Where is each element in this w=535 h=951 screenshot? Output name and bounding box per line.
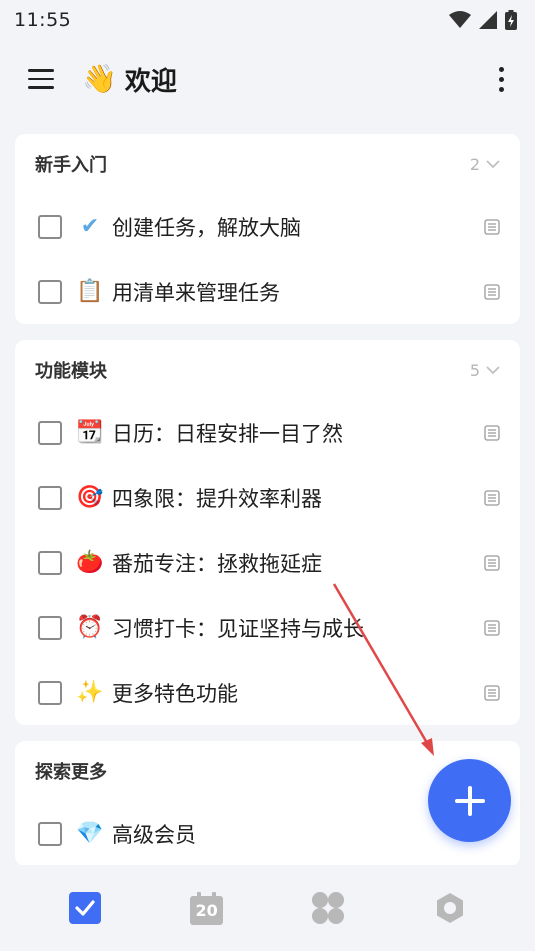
- section-count: 2: [470, 155, 500, 174]
- check-mark-icon: ✔: [80, 213, 100, 239]
- signal-icon: [479, 11, 497, 29]
- task-title: 日历：日程安排一目了然: [112, 421, 343, 446]
- task-row[interactable]: ✨ 更多特色功能: [15, 660, 520, 725]
- section-count-value: 2: [469, 154, 480, 174]
- task-checkbox[interactable]: [38, 680, 62, 705]
- task-title: 高级会员: [112, 822, 196, 847]
- alarm-clock-icon: ⏰: [76, 614, 104, 640]
- section-feature-modules: 功能模块 5 📆 日历：日程安排一目了然 🎯 四象限：提升效率利器 🍅 番茄专注…: [15, 340, 520, 725]
- note-icon[interactable]: [484, 684, 500, 701]
- section-count-value: 5: [469, 360, 480, 380]
- wifi-icon: [449, 11, 471, 28]
- section-title: 功能模块: [35, 361, 107, 382]
- gem-icon: 💎: [76, 820, 104, 846]
- status-bar: 11:55: [0, 0, 535, 40]
- task-title: 创建任务，解放大脑: [112, 215, 301, 240]
- battery-icon: [505, 10, 517, 30]
- task-checkbox[interactable]: [38, 420, 62, 445]
- task-row[interactable]: 📋 用清单来管理任务: [15, 259, 520, 324]
- note-icon[interactable]: [484, 619, 500, 636]
- status-time: 11:55: [14, 9, 72, 31]
- note-icon[interactable]: [484, 424, 500, 441]
- checkbox-checked-icon: [68, 892, 101, 924]
- chevron-down-icon: [486, 366, 500, 375]
- hexagon-settings-icon: [437, 893, 464, 923]
- bottom-nav: 20: [0, 865, 535, 951]
- more-options-button[interactable]: [489, 61, 513, 97]
- task-checkbox[interactable]: [38, 550, 62, 575]
- page-title: 欢迎: [124, 66, 177, 97]
- task-row[interactable]: 📆 日历：日程安排一目了然: [15, 400, 520, 465]
- sparkles-icon: ✨: [76, 679, 104, 705]
- note-icon[interactable]: [484, 489, 500, 506]
- task-checkbox[interactable]: [38, 279, 62, 304]
- task-row[interactable]: ⏰ 习惯打卡：见证坚持与成长: [15, 595, 520, 660]
- section-title: 探索更多: [35, 762, 107, 783]
- task-checkbox[interactable]: [38, 485, 62, 510]
- task-row[interactable]: 🎯 四象限：提升效率利器: [15, 465, 520, 530]
- task-checkbox[interactable]: [38, 615, 62, 640]
- nav-settings[interactable]: [425, 883, 475, 933]
- task-title: 番茄专注：拯救拖延症: [112, 551, 322, 576]
- tomato-icon: 🍅: [76, 549, 104, 575]
- app-bar: 👋 欢迎: [0, 48, 535, 110]
- nav-tasks[interactable]: [60, 883, 110, 933]
- four-leaf-grid-icon: [312, 892, 345, 924]
- status-icons: [449, 10, 517, 30]
- section-title: 新手入门: [35, 155, 107, 176]
- plus-icon: [454, 785, 485, 816]
- section-getting-started: 新手入门 2 ✔ 创建任务，解放大脑 📋 用清单来管理任务: [15, 134, 520, 324]
- waving-hand-icon: 👋: [82, 62, 117, 95]
- target-icon: 🎯: [76, 484, 104, 510]
- note-icon[interactable]: [484, 554, 500, 571]
- task-checkbox[interactable]: [38, 821, 62, 846]
- nav-calendar[interactable]: 20: [182, 883, 232, 933]
- menu-icon: [28, 69, 54, 72]
- task-title: 更多特色功能: [112, 681, 238, 706]
- note-icon[interactable]: [484, 283, 500, 300]
- task-title: 习惯打卡：见证坚持与成长: [112, 616, 364, 641]
- task-row[interactable]: 🍅 番茄专注：拯救拖延症: [15, 530, 520, 595]
- task-row[interactable]: ✔ 创建任务，解放大脑: [15, 194, 520, 259]
- calendar-icon: 📆: [76, 419, 104, 445]
- section-header[interactable]: 新手入门 2: [15, 134, 520, 194]
- task-title: 四象限：提升效率利器: [112, 486, 322, 511]
- task-checkbox[interactable]: [38, 214, 62, 239]
- calendar-day: 20: [195, 900, 218, 920]
- more-vert-icon: [498, 66, 504, 72]
- menu-button[interactable]: [28, 64, 58, 94]
- note-icon[interactable]: [484, 218, 500, 235]
- task-title: 用清单来管理任务: [112, 280, 280, 305]
- calendar-nav-icon: 20: [190, 891, 224, 925]
- clipboard-icon: 📋: [76, 278, 104, 304]
- section-header[interactable]: 功能模块 5: [15, 340, 520, 400]
- chevron-down-icon: [486, 160, 500, 169]
- add-task-button[interactable]: [428, 759, 511, 842]
- section-count: 5: [470, 361, 500, 380]
- nav-matrix[interactable]: [303, 883, 353, 933]
- title-wrap: 👋 欢迎: [82, 61, 177, 98]
